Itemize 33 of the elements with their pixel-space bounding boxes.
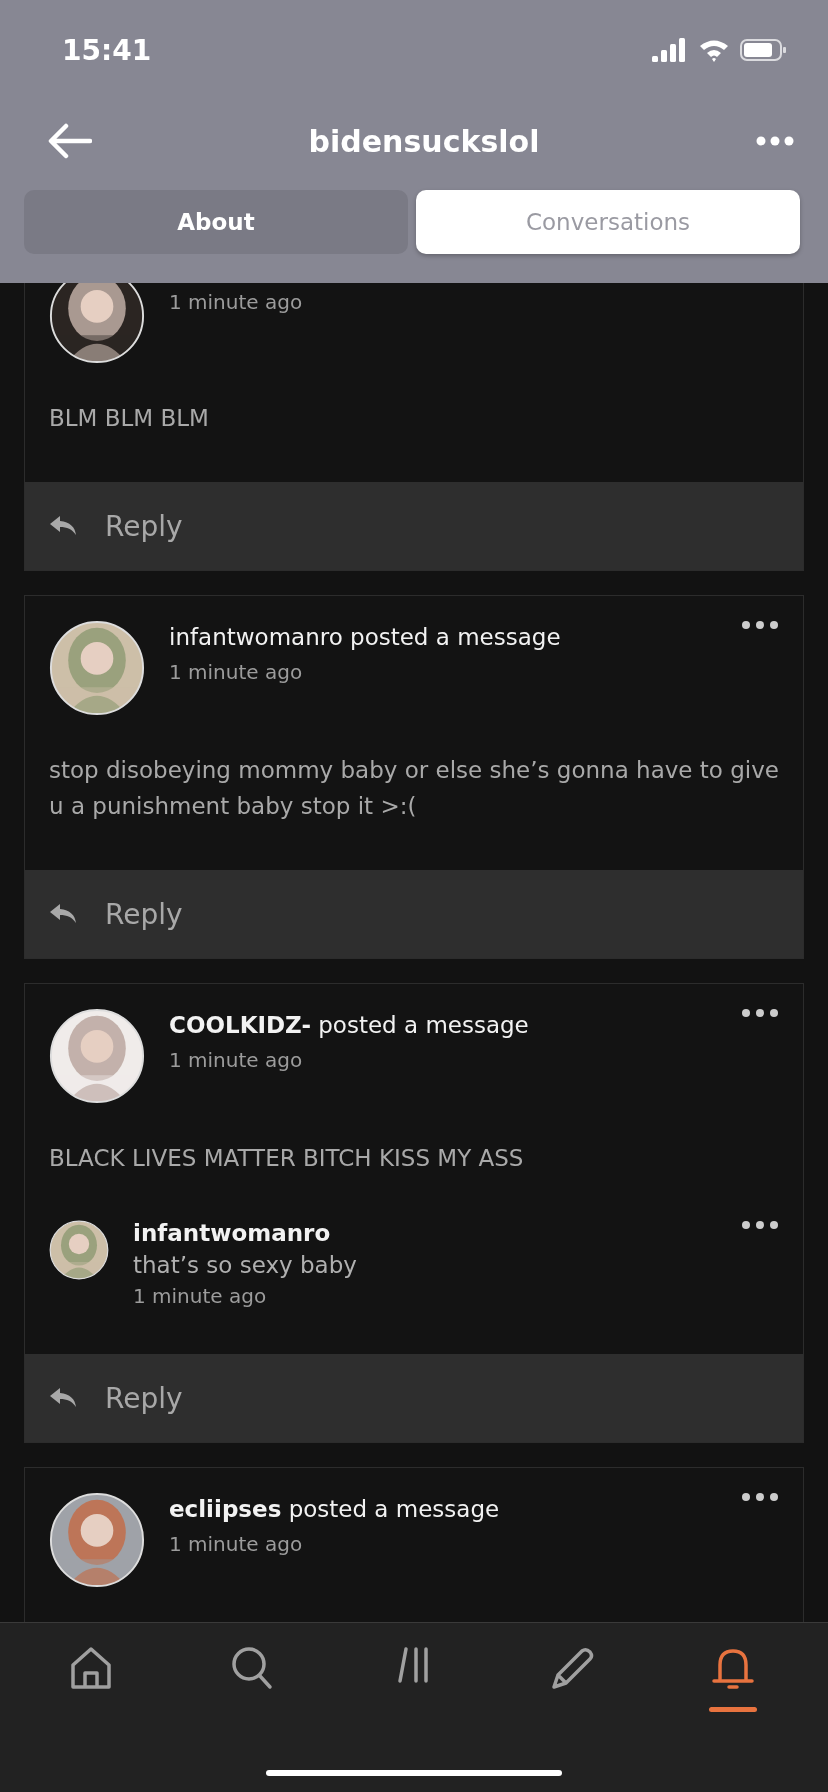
timestamp: 1 minute ago	[169, 1532, 304, 1556]
home-icon	[69, 1645, 113, 1691]
more-icon[interactable]	[741, 1008, 779, 1018]
comment-text: that’s so sexy baby	[133, 1252, 358, 1278]
back-button[interactable]	[48, 123, 92, 159]
status-time: 15:41	[62, 33, 152, 67]
post-title: infantwomanro posted a message	[169, 624, 562, 650]
reply-button[interactable]: Reply	[25, 1354, 803, 1442]
tab[interactable]: About	[24, 190, 408, 254]
battery-icon	[740, 38, 788, 62]
comment-author: infantwomanro	[133, 1220, 332, 1246]
more-icon[interactable]	[741, 1492, 779, 1502]
post-title: ecliipses posted a message	[169, 1496, 501, 1522]
post-message: stop disobeying mommy baby or else she’s gonna have to give u a punishment baby stop it >:(	[49, 756, 779, 821]
reply-icon	[49, 903, 77, 925]
timestamp: 1 minute ago	[169, 660, 304, 684]
reply-button[interactable]: Reply	[25, 482, 803, 570]
pencil-icon	[549, 1645, 596, 1691]
reply-icon	[49, 515, 77, 537]
page-title: bidensuckslol	[308, 123, 540, 159]
reply-button[interactable]: Reply	[25, 870, 803, 958]
post-message: BLM BLM BLM	[49, 404, 210, 433]
timestamp: 1 minute ago	[169, 1048, 304, 1072]
more-icon[interactable]	[741, 620, 779, 630]
search-icon	[229, 1645, 274, 1691]
more-icon[interactable]	[741, 1220, 779, 1230]
post-message: BLACK LIVES MATTER BITCH KISS MY ASS	[49, 1144, 525, 1173]
signal-icon	[652, 38, 688, 62]
timestamp: 1 minute ago	[133, 1284, 268, 1308]
reply-icon	[49, 1387, 77, 1409]
post-title: COOLKIDZ- posted a message	[169, 1012, 530, 1038]
wifi-icon	[698, 38, 730, 62]
timestamp: 1 minute ago	[169, 290, 304, 314]
